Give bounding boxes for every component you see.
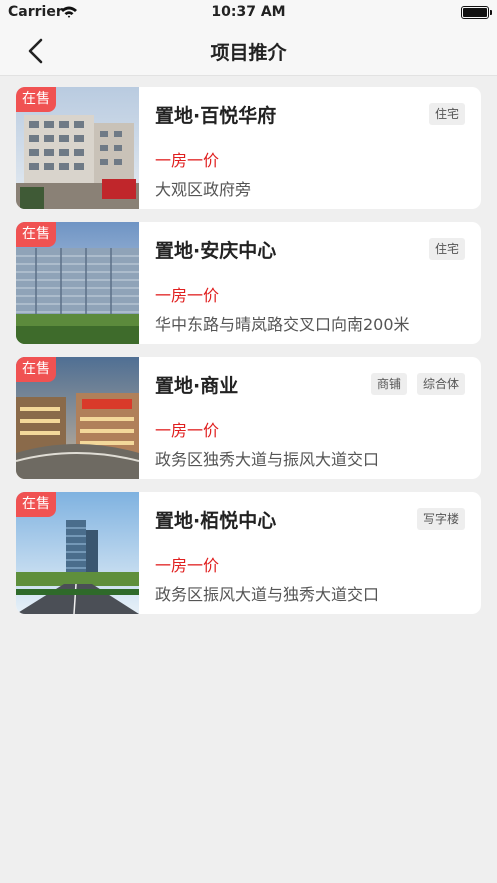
address-label: 华中东路与晴岚路交叉口向南200米 [155,315,410,334]
tag-list: 住宅 [428,238,465,260]
tag-list: 商铺 综合体 [370,373,465,395]
address-label: 政务区振风大道与独秀大道交口 [155,585,380,604]
page-title: 项目推介 [210,42,287,64]
project-list: 在售 置地·百悦华府 住宅 一房一价 大观区政府旁 在售 置地·安庆中心 住宅 … [16,87,481,627]
type-tag: 商铺 [370,373,407,395]
status-bar: Carrier 10:37 AM [0,0,497,26]
address-label: 政务区独秀大道与振风大道交口 [155,450,380,469]
project-card[interactable]: 在售 置地·百悦华府 住宅 一房一价 大观区政府旁 [16,87,481,209]
price-label: 一房一价 [155,286,220,305]
clock: 10:37 AM [211,4,286,20]
type-tag: 写字楼 [416,508,465,530]
price-label: 一房一价 [155,421,220,440]
on-sale-badge: 在售 [16,222,56,247]
battery-icon [461,6,492,19]
type-tag: 住宅 [428,103,465,125]
project-title: 置地·百悦华府 [155,105,277,127]
address-label: 大观区政府旁 [155,180,252,199]
type-tag: 住宅 [428,238,465,260]
project-card[interactable]: 在售 置地·栢悦中心 写字楼 一房一价 政务区振风大道与独秀大道交口 [16,492,481,614]
tag-list: 写字楼 [416,508,465,530]
on-sale-badge: 在售 [16,357,56,382]
type-tag: 综合体 [416,373,465,395]
tag-list: 住宅 [428,103,465,125]
on-sale-badge: 在售 [16,492,56,517]
project-title: 置地·安庆中心 [155,240,277,262]
project-card[interactable]: 在售 置地·安庆中心 住宅 一房一价 华中东路与晴岚路交叉口向南200米 [16,222,481,344]
navigation-bar: 项目推介 [0,26,497,76]
project-card[interactable]: 在售 置地·商业 商铺 综合体 一房一价 政务区独秀大道与振风大道交口 [16,357,481,479]
price-label: 一房一价 [155,556,220,575]
project-title: 置地·商业 [155,375,239,397]
project-title: 置地·栢悦中心 [155,510,277,532]
price-label: 一房一价 [155,151,220,170]
on-sale-badge: 在售 [16,87,56,112]
